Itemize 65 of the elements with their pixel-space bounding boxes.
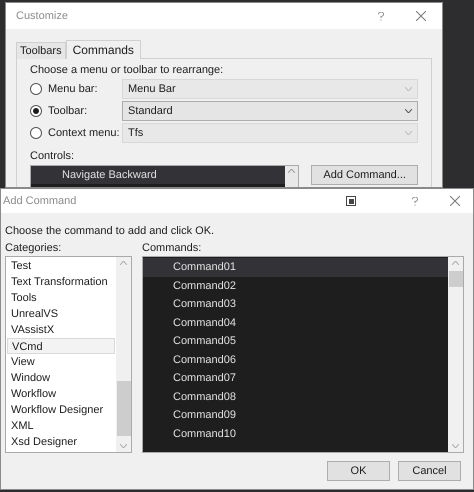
tab[interactable]: Toolbars	[16, 42, 66, 59]
list-item[interactable]: UnrealVS	[7, 306, 115, 322]
list-item[interactable]: Command01	[143, 258, 448, 276]
list-item[interactable]: Navigate Backward	[31, 166, 286, 184]
help-icon[interactable]	[378, 12, 384, 20]
add-command-button[interactable]: Add Command...	[311, 165, 418, 185]
chevron-down-icon	[405, 109, 412, 113]
list-item[interactable]: Command09	[143, 406, 448, 424]
ok-button[interactable]: OK	[327, 461, 390, 481]
list-item[interactable]: Command10	[143, 424, 448, 443]
controls-label: Controls:	[30, 149, 76, 164]
list-item[interactable]: VAssistX	[7, 322, 115, 338]
list-item[interactable]: Tools	[7, 290, 115, 306]
scroll-thumb[interactable]	[448, 271, 462, 287]
dropdown[interactable]: Menu Bar	[122, 79, 418, 99]
list-item[interactable]: Command04	[143, 314, 448, 332]
scrollbar[interactable]	[116, 257, 131, 452]
instruction-text: Choose the command to add and click OK.	[5, 224, 216, 239]
list-item[interactable]: Text Transformation	[7, 274, 115, 290]
scroll-thumb[interactable]	[116, 381, 130, 436]
list-item[interactable]: Test	[7, 258, 115, 274]
list-item[interactable]: Window	[7, 370, 115, 386]
radio-button[interactable]	[30, 105, 42, 117]
help-icon[interactable]	[412, 196, 418, 206]
option-label: Context menu:	[48, 126, 121, 141]
dropdown[interactable]: Standard	[122, 101, 418, 121]
dropdown-value: Menu Bar	[128, 82, 177, 97]
list-item[interactable]: Command03	[143, 295, 448, 314]
list-item[interactable]: Workflow Designer	[7, 402, 115, 418]
list-item[interactable]: VCmd	[7, 338, 115, 354]
commands-label: Commands:	[142, 241, 202, 256]
list-item[interactable]: Command07	[143, 369, 448, 388]
list-item[interactable]: XML	[7, 418, 115, 434]
close-icon[interactable]	[416, 11, 426, 21]
close-icon[interactable]	[450, 196, 460, 206]
dropdown-value: Standard	[128, 104, 174, 119]
scroll-up-icon[interactable]	[452, 261, 459, 265]
scroll-down-icon[interactable]	[452, 444, 459, 448]
prompt-label: Choose a menu or toolbar to rearrange:	[30, 63, 224, 78]
categories-label: Categories:	[5, 241, 62, 256]
list-item[interactable]: View	[7, 354, 115, 370]
dropdown[interactable]: Tfs	[122, 123, 418, 143]
window-icon[interactable]	[346, 196, 356, 206]
list-item[interactable]: Command08	[143, 388, 448, 406]
list-item[interactable]: Xsd Designer	[7, 434, 115, 450]
window-title: Add Command	[3, 194, 76, 209]
list-item[interactable]: Command05	[143, 332, 448, 350]
scroll-up-icon[interactable]	[288, 169, 296, 173]
option-label: Menu bar:	[48, 82, 99, 97]
tab[interactable]: Commands	[66, 40, 141, 59]
radio-button[interactable]	[30, 83, 42, 95]
scroll-down-icon[interactable]	[120, 444, 127, 448]
dropdown-value: Tfs	[128, 126, 144, 141]
list-item[interactable]: Command06	[143, 350, 448, 369]
window-title: Customize	[16, 8, 68, 24]
chevron-down-icon	[405, 87, 412, 91]
radio-button[interactable]	[30, 127, 42, 139]
list-item[interactable]: Command02	[143, 276, 448, 295]
option-label: Toolbar:	[48, 104, 88, 119]
list-item[interactable]: Workflow	[7, 386, 115, 402]
scrollbar[interactable]	[448, 257, 463, 452]
chevron-down-icon	[405, 131, 412, 135]
scrollbar[interactable]	[285, 166, 298, 187]
scroll-up-icon[interactable]	[120, 261, 127, 265]
cancel-button[interactable]: Cancel	[398, 461, 461, 481]
